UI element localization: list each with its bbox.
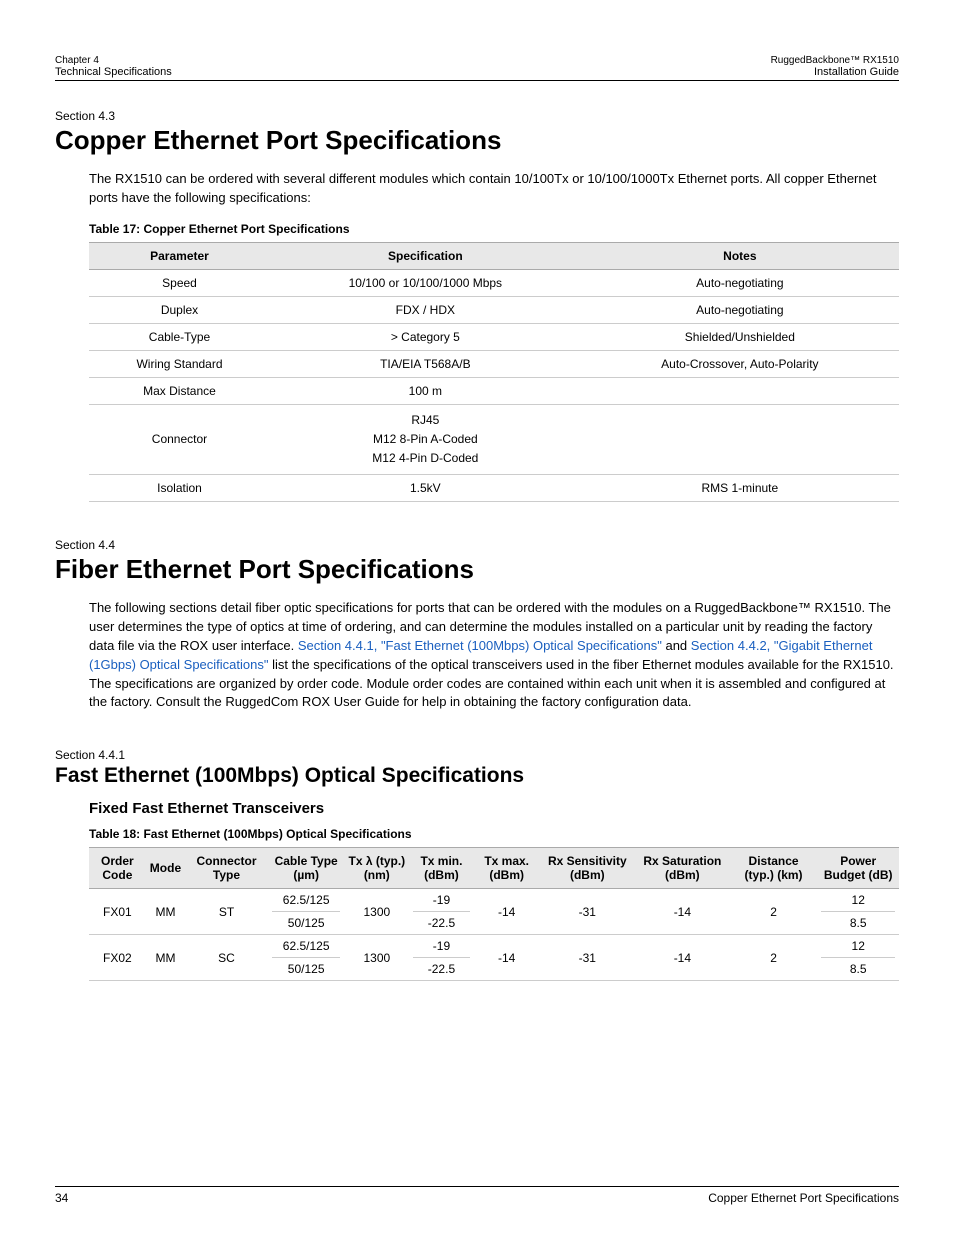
cell-order-code: FX02 (89, 935, 146, 981)
cell-notes: Auto-negotiating (581, 296, 899, 323)
cell-specification: 10/100 or 10/100/1000 Mbps (270, 269, 581, 296)
subsection-title: Fast Ethernet (100Mbps) Optical Specific… (55, 764, 899, 788)
th-rx-saturation: Rx Saturation (dBm) (635, 848, 730, 889)
table-row: Wiring StandardTIA/EIA T568A/BAuto-Cross… (89, 350, 899, 377)
page: Chapter 4 Technical Specifications Rugge… (0, 0, 954, 1235)
header-chapter: Chapter 4 (55, 55, 172, 66)
th-tx-lambda: Tx λ (typ.) (nm) (344, 848, 409, 889)
page-footer: 34 Copper Ethernet Port Specifications (55, 1186, 899, 1205)
cell-specification: > Category 5 (270, 323, 581, 350)
table-row: Max Distance100 m (89, 377, 899, 404)
table-copper-specs: Parameter Specification Notes Speed10/10… (89, 242, 899, 503)
cell-tx-min: -19-22.5 (409, 935, 474, 981)
fixed-transceivers-block: Fixed Fast Ethernet Transceivers Table 1… (89, 800, 899, 981)
cell-rx-saturation: -14 (635, 889, 730, 935)
cell-specification: 1.5kV (270, 475, 581, 502)
section-title: Fiber Ethernet Port Specifications (55, 554, 899, 585)
th-power-budget: Power Budget (dB) (817, 848, 899, 889)
cell-notes: Shielded/Unshielded (581, 323, 899, 350)
cell-parameter: Connector (89, 404, 270, 475)
cell-rx-sensitivity: -31 (540, 889, 635, 935)
cell-connector: ST (185, 889, 268, 935)
cell-notes: Auto-negotiating (581, 269, 899, 296)
cell-notes: Auto-Crossover, Auto-Polarity (581, 350, 899, 377)
table-optical-specs: Order Code Mode Connector Type Cable Typ… (89, 847, 899, 981)
th-rx-sensitivity: Rx Sensitivity (dBm) (540, 848, 635, 889)
cell-notes: RMS 1-minute (581, 475, 899, 502)
th-tx-min: Tx min. (dBm) (409, 848, 474, 889)
cell-tx-max: -14 (474, 935, 540, 981)
cell-rx-sensitivity: -31 (540, 935, 635, 981)
table-row: Isolation1.5kVRMS 1-minute (89, 475, 899, 502)
cell-notes (581, 404, 899, 475)
section-label: Section 4.4.1 (55, 748, 899, 762)
cell-parameter: Cable-Type (89, 323, 270, 350)
section-4-4-1: Section 4.4.1 Fast Ethernet (100Mbps) Op… (55, 748, 899, 981)
th-cable-type: Cable Type (µm) (268, 848, 345, 889)
cell-specification: RJ45M12 8-Pin A-CodedM12 4-Pin D-Coded (270, 404, 581, 475)
cell-parameter: Max Distance (89, 377, 270, 404)
page-header: Chapter 4 Technical Specifications Rugge… (55, 55, 899, 81)
cell-power-budget: 128.5 (817, 889, 899, 935)
section-4-3: Section 4.3 Copper Ethernet Port Specifi… (55, 109, 899, 502)
th-mode: Mode (146, 848, 185, 889)
th-order-code: Order Code (89, 848, 146, 889)
th-specification: Specification (270, 242, 581, 269)
cell-connector: SC (185, 935, 268, 981)
cell-distance: 2 (730, 935, 818, 981)
cell-order-code: FX01 (89, 889, 146, 935)
section-label: Section 4.4 (55, 538, 899, 552)
header-product: RuggedBackbone™ RX1510 (771, 55, 899, 66)
cell-parameter: Duplex (89, 296, 270, 323)
cell-tx-lambda: 1300 (344, 889, 409, 935)
table-row: Cable-Type> Category 5Shielded/Unshielde… (89, 323, 899, 350)
cell-cable-type: 62.5/12550/125 (268, 889, 345, 935)
table-caption: Table 18: Fast Ethernet (100Mbps) Optica… (89, 827, 899, 841)
cell-specification: TIA/EIA T568A/B (270, 350, 581, 377)
cell-cable-type: 62.5/12550/125 (268, 935, 345, 981)
cell-mode: MM (146, 889, 185, 935)
cell-tx-lambda: 1300 (344, 935, 409, 981)
section-title: Copper Ethernet Port Specifications (55, 125, 899, 156)
table-row: FX01MMST62.5/12550/1251300-19-22.5-14-31… (89, 889, 899, 935)
th-tx-max: Tx max. (dBm) (474, 848, 540, 889)
cell-distance: 2 (730, 889, 818, 935)
header-left-sub: Technical Specifications (55, 66, 172, 78)
section-label: Section 4.3 (55, 109, 899, 123)
cell-tx-min: -19-22.5 (409, 889, 474, 935)
cell-power-budget: 128.5 (817, 935, 899, 981)
th-parameter: Parameter (89, 242, 270, 269)
section-intro: The RX1510 can be ordered with several d… (89, 170, 899, 208)
intro-text: and (662, 638, 691, 653)
cell-parameter: Speed (89, 269, 270, 296)
footer-right: Copper Ethernet Port Specifications (708, 1191, 899, 1205)
th-connector-type: Connector Type (185, 848, 268, 889)
th-notes: Notes (581, 242, 899, 269)
cell-parameter: Isolation (89, 475, 270, 502)
th-distance: Distance (typ.) (km) (730, 848, 818, 889)
page-number: 34 (55, 1191, 68, 1205)
header-right-sub: Installation Guide (814, 66, 899, 78)
cell-specification: FDX / HDX (270, 296, 581, 323)
section-intro: The following sections detail fiber opti… (89, 599, 899, 712)
cell-notes (581, 377, 899, 404)
cell-rx-saturation: -14 (635, 935, 730, 981)
section-4-4: Section 4.4 Fiber Ethernet Port Specific… (55, 538, 899, 712)
table-row: DuplexFDX / HDXAuto-negotiating (89, 296, 899, 323)
table-row: Speed10/100 or 10/100/1000 MbpsAuto-nego… (89, 269, 899, 296)
cell-tx-max: -14 (474, 889, 540, 935)
xref-link-441[interactable]: Section 4.4.1, "Fast Ethernet (100Mbps) … (298, 638, 662, 653)
table-row: FX02MMSC62.5/12550/1251300-19-22.5-14-31… (89, 935, 899, 981)
cell-specification: 100 m (270, 377, 581, 404)
table-row: ConnectorRJ45M12 8-Pin A-CodedM12 4-Pin … (89, 404, 899, 475)
cell-mode: MM (146, 935, 185, 981)
subsubsection-title: Fixed Fast Ethernet Transceivers (89, 800, 899, 817)
cell-parameter: Wiring Standard (89, 350, 270, 377)
table-caption: Table 17: Copper Ethernet Port Specifica… (89, 222, 899, 236)
